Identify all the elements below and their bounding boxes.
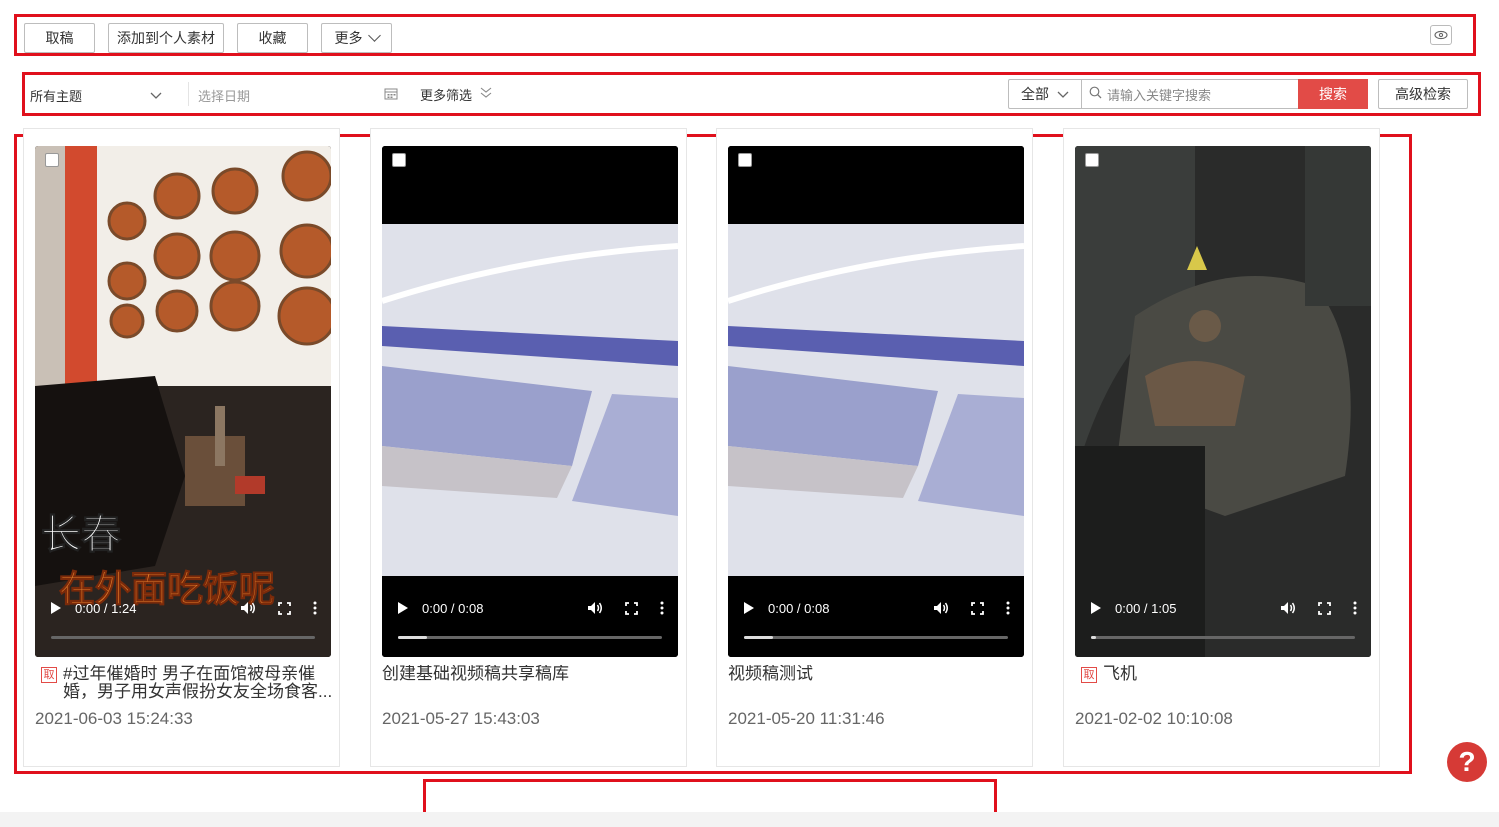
volume-icon[interactable] [587, 601, 603, 615]
video-progress[interactable] [51, 636, 315, 639]
play-icon[interactable] [1091, 602, 1101, 614]
taken-tag: 取 [41, 667, 57, 683]
help-button[interactable]: ? [1447, 742, 1487, 782]
video-controls: 0:00 / 0:08 [382, 575, 678, 657]
volume-icon[interactable] [240, 601, 256, 615]
overlay-text-city: 长春 [41, 512, 121, 558]
video-card[interactable]: 0:00 / 0:08 视频稿测试 2021-05-20 11:31:46 [716, 128, 1033, 767]
page-footer-strip [0, 812, 1499, 827]
select-checkbox[interactable] [45, 153, 59, 167]
fullscreen-icon[interactable] [625, 601, 638, 615]
video-controls: 0:00 / 1:05 [1075, 575, 1371, 657]
more-label: 更多 [334, 30, 363, 46]
video-progress[interactable] [1091, 636, 1355, 639]
video-player[interactable]: 长春 在外面吃饭呢 0:00 / 1:24 [35, 146, 331, 657]
progress-fill [744, 636, 774, 639]
video-time: 0:00 / 1:05 [1115, 600, 1177, 616]
video-card[interactable]: 0:00 / 1:05 取 飞机 2021-02-02 10:10:08 [1063, 128, 1380, 767]
double-chevron-down-icon [480, 87, 492, 102]
card-title-text: 视频稿测试 [728, 665, 813, 683]
taken-tag: 取 [1081, 667, 1097, 683]
card-date: 2021-06-03 15:24:33 [35, 709, 193, 728]
video-card[interactable]: 长春 在外面吃饭呢 0:00 / 1:24 取 #过年催婚时 男子在面馆被母亲催… [23, 128, 340, 767]
divider [188, 82, 189, 106]
page: 取稿 添加到个人素材 收藏 更多 所有主题 选择日期 更多筛选 全部 请输入关键… [0, 0, 1499, 827]
more-options-icon[interactable] [1353, 601, 1357, 615]
action-toolbar: 取稿 添加到个人素材 收藏 更多 [24, 23, 392, 53]
card-date: 2021-05-27 15:43:03 [382, 709, 540, 728]
video-player[interactable]: 0:00 / 0:08 [382, 146, 678, 657]
video-progress[interactable] [398, 636, 662, 639]
chevron-down-icon [1057, 86, 1069, 102]
filter-bar: 所有主题 选择日期 更多筛选 全部 请输入关键字搜索 搜索 高级检索 [24, 76, 1476, 112]
take-draft-button[interactable]: 取稿 [24, 23, 95, 53]
video-player[interactable]: 0:00 / 0:08 [728, 146, 1024, 657]
play-icon[interactable] [398, 602, 408, 614]
search-button[interactable]: 搜索 [1298, 79, 1368, 109]
more-filter-toggle[interactable]: 更多筛选 [420, 84, 492, 104]
search-scope-select[interactable]: 全部 [1008, 79, 1082, 109]
search-placeholder: 请输入关键字搜索 [1107, 87, 1212, 103]
more-options-icon[interactable] [660, 601, 664, 615]
favorite-button[interactable]: 收藏 [237, 23, 308, 53]
card-title[interactable]: 取 #过年催婚时 男子在面馆被母亲催婚，男子用女声假扮女友全场食客... [35, 665, 335, 701]
eye-icon[interactable] [1430, 25, 1452, 45]
select-checkbox[interactable] [1085, 153, 1099, 167]
chevron-down-icon [150, 88, 162, 103]
card-title[interactable]: 视频稿测试 [728, 665, 1028, 683]
fullscreen-icon[interactable] [1318, 601, 1331, 615]
select-checkbox[interactable] [738, 153, 752, 167]
advanced-search-button[interactable]: 高级检索 [1378, 79, 1468, 109]
volume-icon[interactable] [933, 601, 949, 615]
more-options-icon[interactable] [1006, 601, 1010, 615]
more-options-icon[interactable] [313, 601, 317, 615]
video-player[interactable]: 0:00 / 1:05 [1075, 146, 1371, 657]
search-input[interactable]: 请输入关键字搜索 [1081, 79, 1299, 109]
topic-select-value: 所有主题 [30, 88, 83, 104]
video-time: 0:00 / 0:08 [422, 600, 484, 616]
play-icon[interactable] [744, 602, 754, 614]
video-time: 0:00 / 1:24 [75, 600, 137, 616]
fullscreen-icon[interactable] [278, 601, 291, 615]
card-date: 2021-05-20 11:31:46 [728, 709, 885, 728]
volume-icon[interactable] [1280, 601, 1296, 615]
card-title-text: 创建基础视频稿共享稿库 [382, 665, 569, 683]
date-picker[interactable]: 选择日期 [198, 84, 398, 106]
progress-fill [1091, 636, 1097, 639]
chevron-down-icon [367, 29, 381, 42]
card-title[interactable]: 取 飞机 [1075, 665, 1375, 683]
video-progress[interactable] [744, 636, 1008, 639]
select-checkbox[interactable] [392, 153, 406, 167]
video-card[interactable]: 0:00 / 0:08 创建基础视频稿共享稿库 2021-05-27 15:43… [370, 128, 687, 767]
card-date: 2021-02-02 10:10:08 [1075, 709, 1233, 728]
video-controls: 0:00 / 1:24 [35, 575, 331, 657]
highlight-box-pagination [423, 779, 997, 815]
play-icon[interactable] [51, 602, 61, 614]
scope-value: 全部 [1021, 86, 1049, 102]
add-to-personal-material-button[interactable]: 添加到个人素材 [108, 23, 224, 53]
topic-select[interactable]: 所有主题 [30, 84, 162, 106]
calendar-icon [384, 87, 398, 103]
fullscreen-icon[interactable] [971, 601, 984, 615]
video-controls: 0:00 / 0:08 [728, 575, 1024, 657]
progress-fill [398, 636, 428, 639]
card-title[interactable]: 创建基础视频稿共享稿库 [382, 665, 682, 683]
more-filter-label: 更多筛选 [420, 87, 473, 103]
video-time: 0:00 / 0:08 [768, 600, 830, 616]
search-icon [1089, 86, 1102, 102]
date-placeholder: 选择日期 [198, 88, 251, 104]
card-title-text: 飞机 [1103, 665, 1137, 683]
card-title-text: #过年催婚时 男子在面馆被母亲催婚，男子用女声假扮女友全场食客... [63, 665, 333, 701]
more-dropdown[interactable]: 更多 [321, 23, 392, 53]
